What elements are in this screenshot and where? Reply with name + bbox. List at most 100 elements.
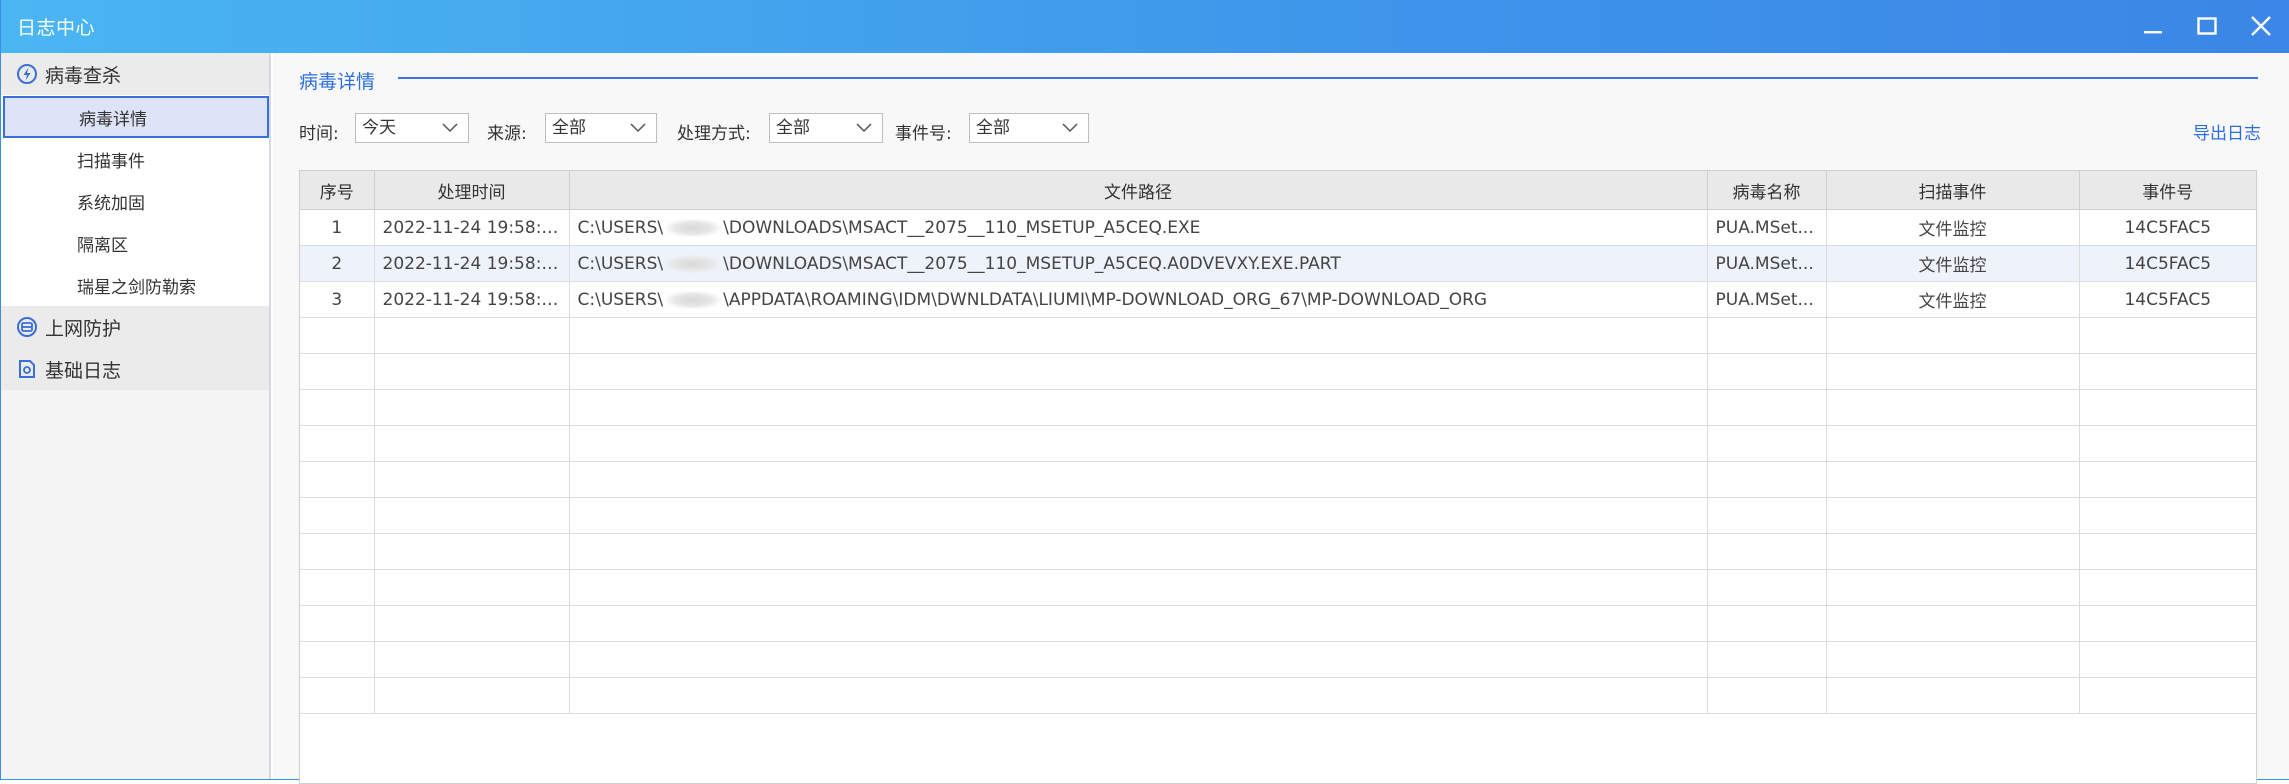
table-body: 1 2022-11-24 19:58:41 C:\USERS\ \DOWNLOAD… <box>300 209 2256 714</box>
sidebar-group-label: 病毒查杀 <box>45 64 122 87</box>
section-divider <box>398 77 2258 79</box>
empty-cell <box>1826 641 2080 678</box>
cell-virus-name: PUA.MSet... <box>1707 281 1827 318</box>
empty-cell <box>569 569 1708 606</box>
empty-cell <box>2079 425 2256 462</box>
empty-cell <box>1826 389 2080 426</box>
empty-cell <box>374 569 570 606</box>
table-row[interactable]: 2 2022-11-24 19:58:41 C:\USERS\ \DOWNLOAD… <box>300 245 2256 282</box>
time-filter-select[interactable]: 今天 <box>355 113 469 143</box>
sidebar-group-label: 上网防护 <box>45 317 122 340</box>
title-bar[interactable]: 日志中心 <box>1 0 2289 53</box>
method-filter-label: 处理方式: <box>677 124 751 144</box>
cell-virus-name: PUA.MSet... <box>1707 245 1827 282</box>
cell-no: 3 <box>300 281 375 318</box>
empty-cell <box>1707 317 1827 354</box>
empty-cell <box>2079 389 2256 426</box>
column-header-event-no[interactable]: 事件号 <box>2079 171 2256 210</box>
time-filter-value: 今天 <box>362 118 396 138</box>
sidebar-item-ransomware-protection[interactable]: 瑞星之剑防勒索 <box>1 264 269 306</box>
cell-event-no: 14C5FAC5 <box>2079 245 2256 282</box>
path-prefix: C:\USERS\ <box>577 217 664 238</box>
chevron-down-icon <box>442 123 458 133</box>
empty-cell <box>374 605 570 642</box>
cell-event-no: 14C5FAC5 <box>2079 281 2256 318</box>
empty-table-row <box>300 389 2256 426</box>
sidebar-group-basic-log[interactable]: 基础日志 <box>1 348 269 390</box>
log-table: 序号 处理时间 文件路径 病毒名称 扫描事件 事件号 1 2022-11-24 … <box>300 171 2256 714</box>
source-filter-value: 全部 <box>552 118 586 138</box>
source-filter-select[interactable]: 全部 <box>545 113 657 143</box>
minimize-icon <box>2144 31 2162 34</box>
sidebar-item-quarantine[interactable]: 隔离区 <box>1 222 269 264</box>
export-log-link[interactable]: 导出日志 <box>2193 119 2261 144</box>
section-title: 病毒详情 <box>299 71 376 93</box>
empty-cell <box>1707 533 1827 570</box>
cell-virus-name: PUA.MSet... <box>1707 209 1827 246</box>
sidebar-item-scan-events[interactable]: 扫描事件 <box>1 138 269 180</box>
table-row[interactable]: 1 2022-11-24 19:58:41 C:\USERS\ \DOWNLOAD… <box>300 209 2256 246</box>
redacted-username <box>665 290 722 309</box>
path-suffix: \APPDATA\ROAMING\IDM\DWNLDATA\LIUMI\MP-D… <box>723 289 1488 310</box>
empty-cell <box>1707 677 1827 714</box>
empty-table-row <box>300 353 2256 390</box>
event-filter-label: 事件号: <box>895 124 952 144</box>
empty-cell <box>374 389 570 426</box>
empty-cell <box>374 641 570 678</box>
empty-cell <box>569 461 1708 498</box>
empty-cell <box>300 569 375 606</box>
sidebar-group-virus-scan[interactable]: 病毒查杀 <box>1 53 269 95</box>
minimize-button[interactable] <box>2133 8 2173 44</box>
column-header-time[interactable]: 处理时间 <box>374 171 570 210</box>
close-button[interactable] <box>2241 8 2281 44</box>
empty-cell <box>1707 569 1827 606</box>
empty-table-row <box>300 677 2256 714</box>
cell-time: 2022-11-24 19:58:41 <box>374 209 570 246</box>
event-filter-select[interactable]: 全部 <box>969 113 1089 143</box>
empty-table-row <box>300 605 2256 642</box>
path-suffix: \DOWNLOADS\MSACT__2075__110_MSETUP_A5CEQ… <box>723 253 1341 274</box>
table-row[interactable]: 3 2022-11-24 19:58:34 C:\USERS\ \APPDATA\… <box>300 281 2256 318</box>
maximize-button[interactable] <box>2187 8 2227 44</box>
empty-cell <box>300 317 375 354</box>
empty-cell <box>374 353 570 390</box>
path-prefix: C:\USERS\ <box>577 289 664 310</box>
empty-cell <box>1707 353 1827 390</box>
column-header-scan-event[interactable]: 扫描事件 <box>1826 171 2080 210</box>
empty-cell <box>2079 353 2256 390</box>
path-suffix: \DOWNLOADS\MSACT__2075__110_MSETUP_A5CEQ… <box>723 217 1201 238</box>
empty-cell <box>300 605 375 642</box>
empty-cell <box>374 425 570 462</box>
empty-cell <box>1826 497 2080 534</box>
empty-cell <box>300 461 375 498</box>
chevron-down-icon <box>856 123 872 133</box>
cell-time: 2022-11-24 19:58:41 <box>374 245 570 282</box>
method-filter-select[interactable]: 全部 <box>769 113 883 143</box>
column-header-virus-name[interactable]: 病毒名称 <box>1707 171 1827 210</box>
empty-cell <box>374 317 570 354</box>
sidebar-item-system-hardening[interactable]: 系统加固 <box>1 180 269 222</box>
close-icon <box>2251 16 2271 36</box>
empty-table-row <box>300 497 2256 534</box>
chevron-down-icon <box>1062 123 1078 133</box>
redacted-username <box>665 254 722 273</box>
empty-cell <box>1826 569 2080 606</box>
empty-cell <box>300 389 375 426</box>
cell-path: C:\USERS\ \APPDATA\ROAMING\IDM\DWNLDATA\L… <box>569 281 1708 318</box>
empty-table-row <box>300 425 2256 462</box>
empty-table-row <box>300 641 2256 678</box>
empty-cell <box>300 677 375 714</box>
empty-cell <box>1826 425 2080 462</box>
sidebar-item-virus-details[interactable]: 病毒详情 <box>3 96 269 138</box>
empty-cell <box>1707 641 1827 678</box>
column-header-path[interactable]: 文件路径 <box>569 171 1708 210</box>
empty-table-row <box>300 317 2256 354</box>
sidebar-item-label: 瑞星之剑防勒索 <box>77 277 196 298</box>
empty-cell <box>300 497 375 534</box>
empty-cell <box>1707 389 1827 426</box>
column-header-no[interactable]: 序号 <box>300 171 375 210</box>
cell-path: C:\USERS\ \DOWNLOADS\MSACT__2075__110_MSE… <box>569 245 1708 282</box>
log-center-window: 日志中心 病毒查杀 病毒详情 扫描事件 系统加固 隔离区 瑞星之剑防勒索 上网防… <box>0 0 2289 784</box>
sidebar-group-web-protection[interactable]: 上网防护 <box>1 306 269 348</box>
empty-cell <box>1707 425 1827 462</box>
